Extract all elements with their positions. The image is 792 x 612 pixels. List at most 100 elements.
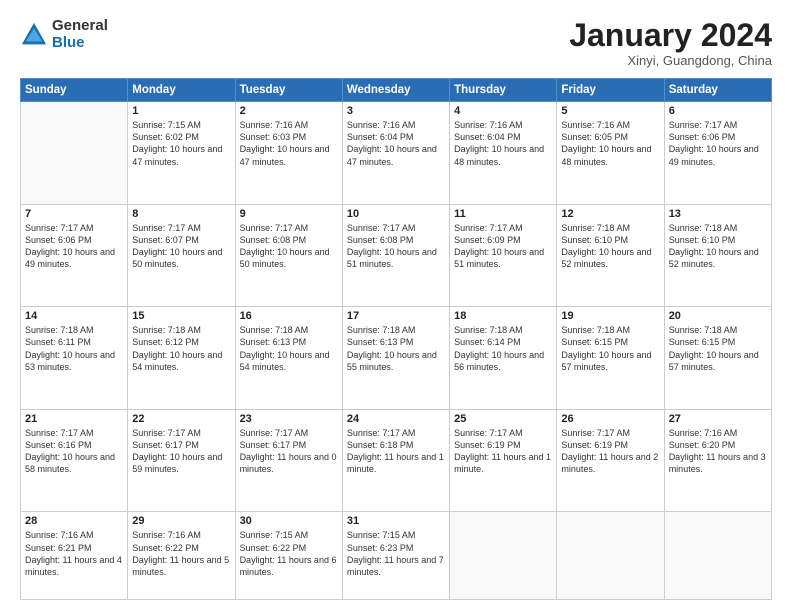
day-number: 13	[669, 208, 767, 220]
calendar-cell: 9 Sunrise: 7:17 AM Sunset: 6:08 PM Daylig…	[235, 204, 342, 307]
cell-info: Sunrise: 7:17 AM Sunset: 6:06 PM Dayligh…	[25, 222, 123, 271]
calendar-week-row: 14 Sunrise: 7:18 AM Sunset: 6:11 PM Dayli…	[21, 307, 772, 410]
day-number: 20	[669, 310, 767, 322]
calendar-week-row: 21 Sunrise: 7:17 AM Sunset: 6:16 PM Dayli…	[21, 409, 772, 512]
calendar-cell: 1Sunrise: 7:15 AM Sunset: 6:02 PM Daylig…	[128, 102, 235, 205]
day-number: 21	[25, 413, 123, 425]
day-number: 6	[669, 105, 767, 117]
calendar-cell: 26 Sunrise: 7:17 AM Sunset: 6:19 PM Dayli…	[557, 409, 664, 512]
calendar-cell: 2Sunrise: 7:16 AM Sunset: 6:03 PM Daylig…	[235, 102, 342, 205]
cell-info: Sunrise: 7:15 AM Sunset: 6:23 PM Dayligh…	[347, 529, 445, 578]
title-section: January 2024 Xinyi, Guangdong, China	[569, 18, 772, 68]
day-header-thursday: Thursday	[450, 79, 557, 102]
calendar-table: SundayMondayTuesdayWednesdayThursdayFrid…	[20, 78, 772, 600]
day-number: 4	[454, 105, 552, 117]
day-number: 23	[240, 413, 338, 425]
cell-info: Sunrise: 7:17 AM Sunset: 6:07 PM Dayligh…	[132, 222, 230, 271]
day-number: 9	[240, 208, 338, 220]
cell-info: Sunrise: 7:17 AM Sunset: 6:16 PM Dayligh…	[25, 427, 123, 476]
calendar-cell: 14 Sunrise: 7:18 AM Sunset: 6:11 PM Dayli…	[21, 307, 128, 410]
cell-info: Sunrise: 7:17 AM Sunset: 6:06 PM Dayligh…	[669, 119, 767, 168]
cell-info: Sunrise: 7:15 AM Sunset: 6:02 PM Dayligh…	[132, 119, 230, 168]
day-number: 14	[25, 310, 123, 322]
day-number: 25	[454, 413, 552, 425]
cell-info: Sunrise: 7:18 AM Sunset: 6:13 PM Dayligh…	[347, 324, 445, 373]
calendar-cell: 8 Sunrise: 7:17 AM Sunset: 6:07 PM Daylig…	[128, 204, 235, 307]
cell-info: Sunrise: 7:17 AM Sunset: 6:09 PM Dayligh…	[454, 222, 552, 271]
cell-info: Sunrise: 7:18 AM Sunset: 6:15 PM Dayligh…	[669, 324, 767, 373]
day-number: 24	[347, 413, 445, 425]
calendar-cell: 27 Sunrise: 7:16 AM Sunset: 6:20 PM Dayli…	[664, 409, 771, 512]
cell-info: Sunrise: 7:17 AM Sunset: 6:17 PM Dayligh…	[240, 427, 338, 476]
cell-info: Sunrise: 7:15 AM Sunset: 6:22 PM Dayligh…	[240, 529, 338, 578]
calendar-cell	[450, 512, 557, 600]
day-header-wednesday: Wednesday	[342, 79, 449, 102]
calendar-cell: 13 Sunrise: 7:18 AM Sunset: 6:10 PM Dayli…	[664, 204, 771, 307]
cell-info: Sunrise: 7:17 AM Sunset: 6:18 PM Dayligh…	[347, 427, 445, 476]
cell-info: Sunrise: 7:18 AM Sunset: 6:13 PM Dayligh…	[240, 324, 338, 373]
day-number: 19	[561, 310, 659, 322]
cell-info: Sunrise: 7:16 AM Sunset: 6:04 PM Dayligh…	[347, 119, 445, 168]
calendar-cell: 20 Sunrise: 7:18 AM Sunset: 6:15 PM Dayli…	[664, 307, 771, 410]
calendar-cell: 22 Sunrise: 7:17 AM Sunset: 6:17 PM Dayli…	[128, 409, 235, 512]
day-number: 7	[25, 208, 123, 220]
cell-info: Sunrise: 7:17 AM Sunset: 6:08 PM Dayligh…	[240, 222, 338, 271]
day-number: 5	[561, 105, 659, 117]
cell-info: Sunrise: 7:18 AM Sunset: 6:14 PM Dayligh…	[454, 324, 552, 373]
logo-blue: Blue	[52, 35, 108, 52]
calendar-cell: 4Sunrise: 7:16 AM Sunset: 6:04 PM Daylig…	[450, 102, 557, 205]
calendar-week-row: 1Sunrise: 7:15 AM Sunset: 6:02 PM Daylig…	[21, 102, 772, 205]
calendar-cell: 6 Sunrise: 7:17 AM Sunset: 6:06 PM Daylig…	[664, 102, 771, 205]
day-number: 29	[132, 515, 230, 527]
day-number: 27	[669, 413, 767, 425]
day-number: 3	[347, 105, 445, 117]
logo-icon	[20, 21, 48, 49]
calendar-cell: 21 Sunrise: 7:17 AM Sunset: 6:16 PM Dayli…	[21, 409, 128, 512]
day-number: 8	[132, 208, 230, 220]
calendar-cell: 25 Sunrise: 7:17 AM Sunset: 6:19 PM Dayli…	[450, 409, 557, 512]
calendar-cell: 30Sunrise: 7:15 AM Sunset: 6:22 PM Dayli…	[235, 512, 342, 600]
location: Xinyi, Guangdong, China	[569, 53, 772, 68]
calendar-cell: 5Sunrise: 7:16 AM Sunset: 6:05 PM Daylig…	[557, 102, 664, 205]
logo-general: General	[52, 18, 108, 35]
cell-info: Sunrise: 7:16 AM Sunset: 6:20 PM Dayligh…	[669, 427, 767, 476]
calendar-cell	[557, 512, 664, 600]
cell-info: Sunrise: 7:18 AM Sunset: 6:10 PM Dayligh…	[561, 222, 659, 271]
calendar-cell: 18Sunrise: 7:18 AM Sunset: 6:14 PM Dayli…	[450, 307, 557, 410]
calendar-cell: 29 Sunrise: 7:16 AM Sunset: 6:22 PM Dayli…	[128, 512, 235, 600]
day-number: 15	[132, 310, 230, 322]
calendar-week-row: 7 Sunrise: 7:17 AM Sunset: 6:06 PM Daylig…	[21, 204, 772, 307]
cell-info: Sunrise: 7:18 AM Sunset: 6:10 PM Dayligh…	[669, 222, 767, 271]
calendar-cell: 11Sunrise: 7:17 AM Sunset: 6:09 PM Dayli…	[450, 204, 557, 307]
calendar-cell: 28 Sunrise: 7:16 AM Sunset: 6:21 PM Dayli…	[21, 512, 128, 600]
day-number: 26	[561, 413, 659, 425]
cell-info: Sunrise: 7:18 AM Sunset: 6:15 PM Dayligh…	[561, 324, 659, 373]
day-header-friday: Friday	[557, 79, 664, 102]
calendar-cell: 16 Sunrise: 7:18 AM Sunset: 6:13 PM Dayli…	[235, 307, 342, 410]
calendar-cell: 15Sunrise: 7:18 AM Sunset: 6:12 PM Dayli…	[128, 307, 235, 410]
logo-text: General Blue	[52, 18, 108, 51]
logo: General Blue	[20, 18, 108, 51]
calendar-cell: 3 Sunrise: 7:16 AM Sunset: 6:04 PM Daylig…	[342, 102, 449, 205]
calendar-cell: 17 Sunrise: 7:18 AM Sunset: 6:13 PM Dayli…	[342, 307, 449, 410]
cell-info: Sunrise: 7:17 AM Sunset: 6:08 PM Dayligh…	[347, 222, 445, 271]
cell-info: Sunrise: 7:16 AM Sunset: 6:22 PM Dayligh…	[132, 529, 230, 578]
cell-info: Sunrise: 7:16 AM Sunset: 6:21 PM Dayligh…	[25, 529, 123, 578]
calendar-cell: 31 Sunrise: 7:15 AM Sunset: 6:23 PM Dayli…	[342, 512, 449, 600]
cell-info: Sunrise: 7:18 AM Sunset: 6:11 PM Dayligh…	[25, 324, 123, 373]
cell-info: Sunrise: 7:17 AM Sunset: 6:17 PM Dayligh…	[132, 427, 230, 476]
page: General Blue January 2024 Xinyi, Guangdo…	[0, 0, 792, 612]
calendar-cell: 12 Sunrise: 7:18 AM Sunset: 6:10 PM Dayli…	[557, 204, 664, 307]
cell-info: Sunrise: 7:16 AM Sunset: 6:03 PM Dayligh…	[240, 119, 338, 168]
day-number: 17	[347, 310, 445, 322]
calendar-cell: 24 Sunrise: 7:17 AM Sunset: 6:18 PM Dayli…	[342, 409, 449, 512]
day-number: 28	[25, 515, 123, 527]
day-number: 22	[132, 413, 230, 425]
day-number: 12	[561, 208, 659, 220]
calendar-cell	[21, 102, 128, 205]
day-number: 16	[240, 310, 338, 322]
cell-info: Sunrise: 7:17 AM Sunset: 6:19 PM Dayligh…	[454, 427, 552, 476]
day-header-monday: Monday	[128, 79, 235, 102]
day-number: 31	[347, 515, 445, 527]
cell-info: Sunrise: 7:17 AM Sunset: 6:19 PM Dayligh…	[561, 427, 659, 476]
